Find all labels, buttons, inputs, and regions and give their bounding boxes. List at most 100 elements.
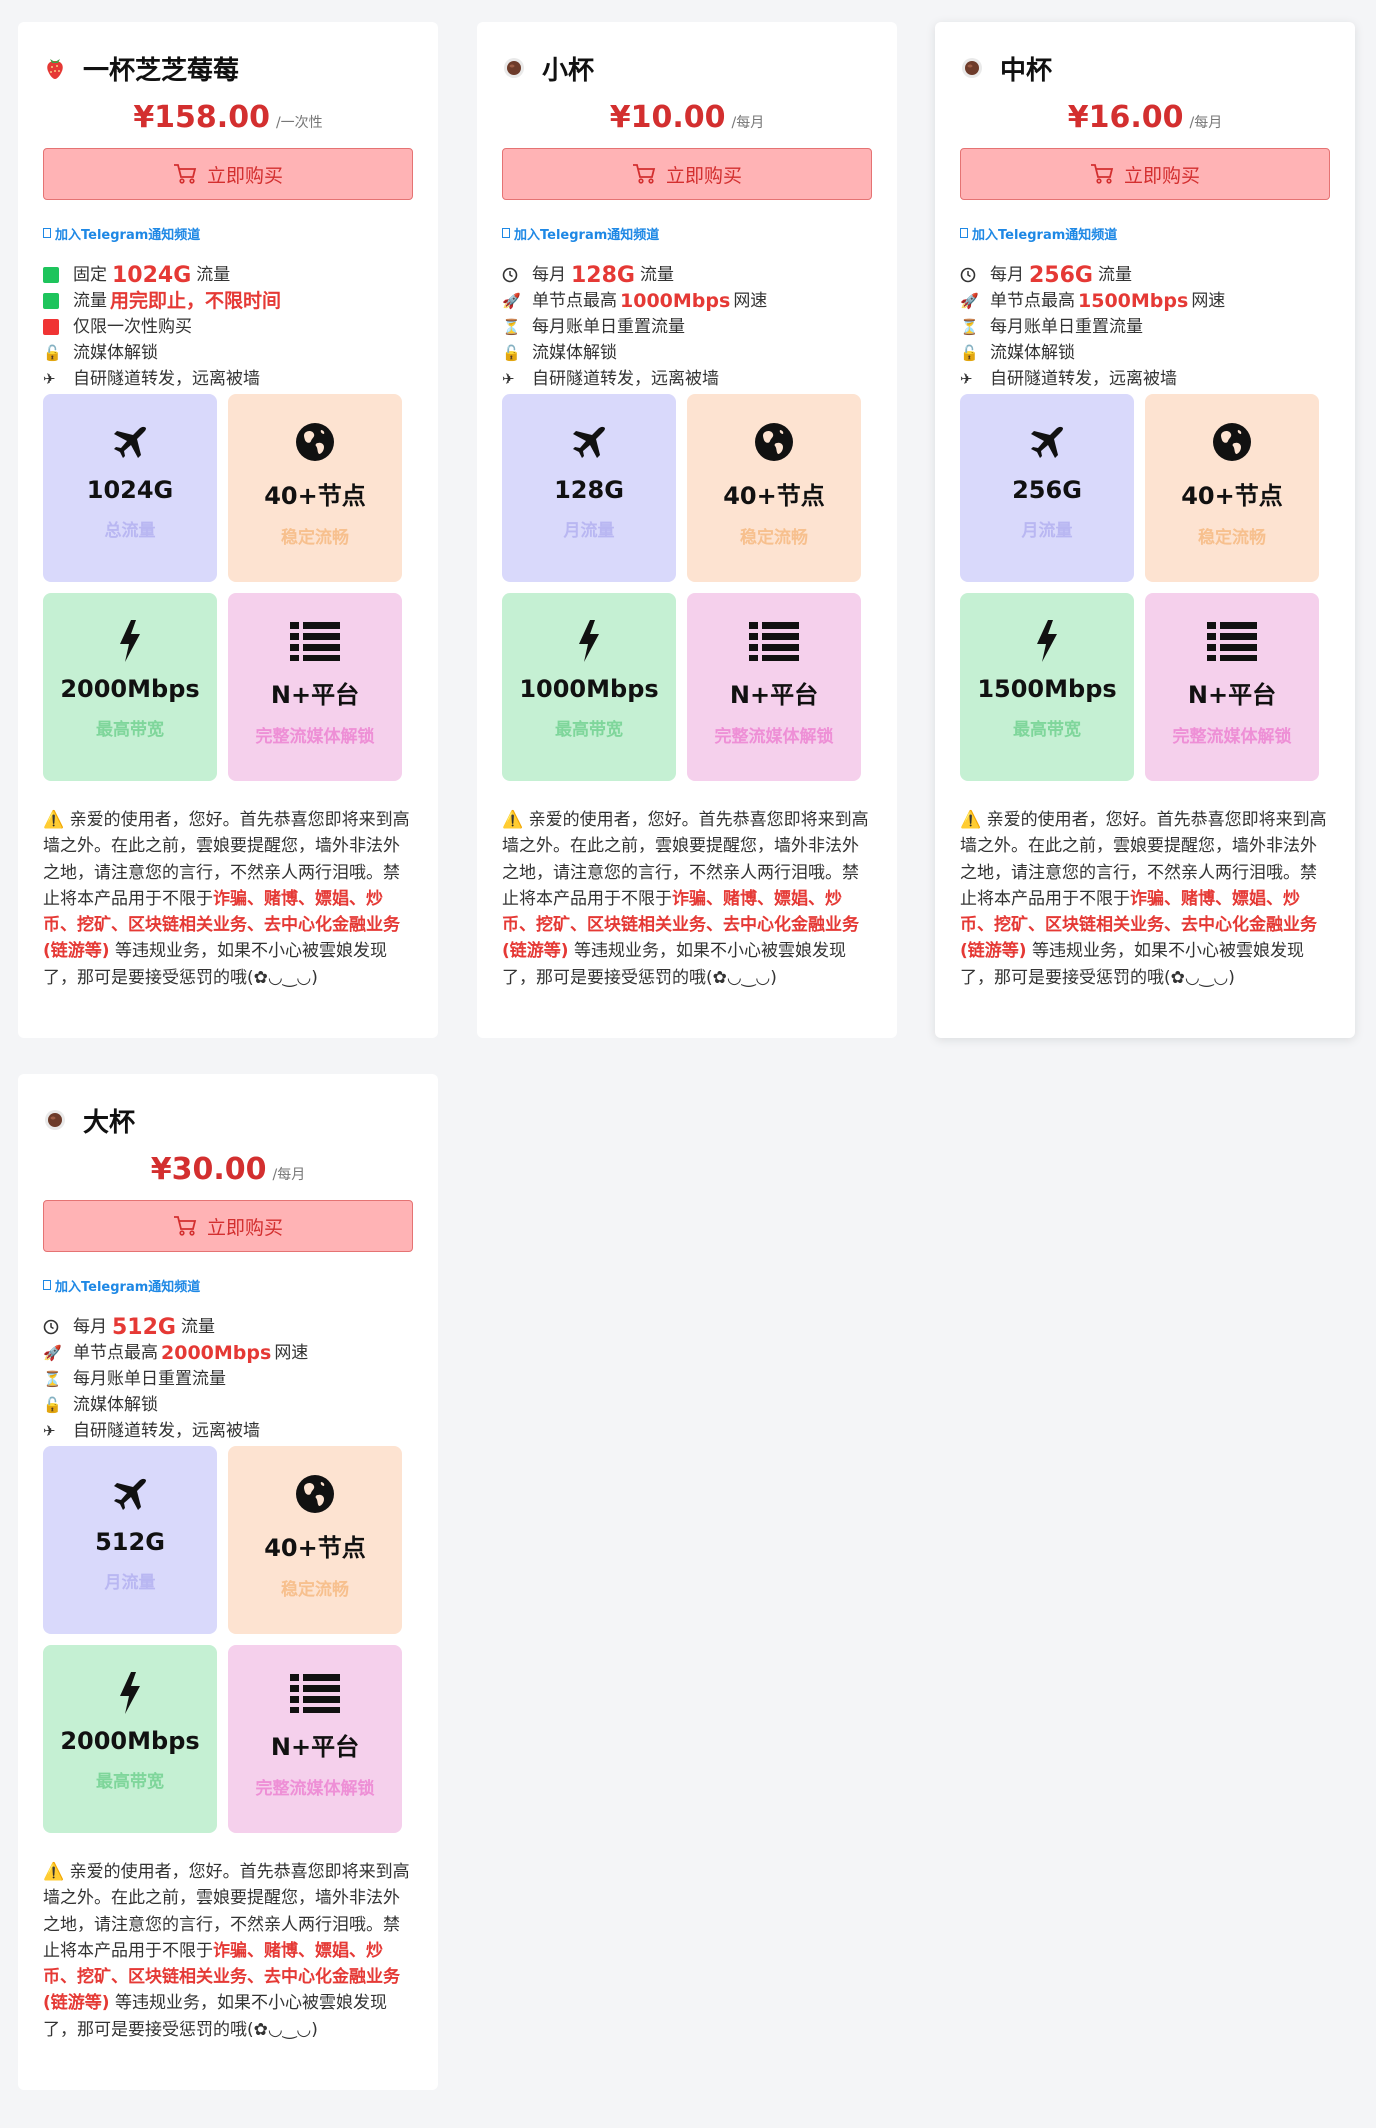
- hourglass-icon: ⏳: [960, 317, 979, 336]
- airplane-small-icon: ✈: [960, 369, 973, 388]
- feature-streaming: 🔓 流媒体解锁: [502, 340, 872, 366]
- feature-relay: ✈ 自研隧道转发，远离被墙: [43, 1418, 413, 1444]
- telegram-link-label: 加入Telegram通知频道: [55, 227, 201, 243]
- buy-button[interactable]: 立即购买: [502, 148, 872, 200]
- feature-list: 每月 128G 流量 🚀 单节点最高 1000Mbps 网速 ⏳ 每月账单日重置流量 🔓 流媒…: [502, 262, 872, 392]
- coffee-icon: [960, 56, 984, 80]
- tile-speed: 2000Mbps 最高带宽: [43, 1645, 217, 1833]
- plan-card-medium: 中杯 ¥16.00/每月 立即购买 加入Telegram通知频道 每月 256G 流…: [935, 22, 1355, 1038]
- clock-icon: [502, 265, 524, 285]
- tile-label: 完整流媒体解锁: [1172, 727, 1292, 747]
- lightning-icon: [1034, 619, 1060, 663]
- telegram-link[interactable]: 加入Telegram通知频道: [43, 222, 413, 244]
- tile-label: 稳定流畅: [1198, 528, 1266, 548]
- feature-text: 流量: [73, 290, 107, 311]
- tile-speed: 1000Mbps 最高带宽: [502, 593, 676, 781]
- plan-price: ¥10.00: [609, 100, 726, 135]
- feature-relay: ✈ 自研隧道转发，远离被墙: [502, 366, 872, 392]
- clock-icon: [960, 265, 982, 285]
- tile-traffic: 256G 月流量: [960, 394, 1134, 582]
- unlock-icon: 🔓: [43, 1395, 62, 1414]
- cart-icon: [1090, 164, 1114, 184]
- tile-label: 完整流媒体解锁: [255, 727, 375, 747]
- price-unit: /每月: [272, 1167, 306, 1183]
- warning-icon: ⚠️: [502, 810, 524, 830]
- feature-text: 自研隧道转发，远离被墙: [73, 368, 260, 389]
- tile-label: 完整流媒体解锁: [714, 727, 834, 747]
- list-icon: [749, 619, 799, 663]
- feature-speed: 🚀 单节点最高 2000Mbps 网速: [43, 1340, 413, 1366]
- tile-label: 月流量: [1021, 521, 1073, 541]
- plan-card-small: 小杯 ¥10.00/每月 立即购买 加入Telegram通知频道 每月 128G 流…: [477, 22, 897, 1038]
- feature-text: 流量: [196, 264, 231, 285]
- price-row: ¥30.00/每月: [43, 1152, 413, 1192]
- feature-value: 512G: [112, 1314, 176, 1340]
- telegram-link[interactable]: 加入Telegram通知频道: [43, 1274, 413, 1296]
- airplane-icon: [110, 420, 150, 464]
- tile-traffic: 512G 月流量: [43, 1446, 217, 1634]
- feature-speed: 🚀 单节点最高 1000Mbps 网速: [502, 288, 872, 314]
- feature-text: 每月账单日重置流量: [990, 316, 1143, 337]
- plan-price: ¥30.00: [150, 1152, 267, 1187]
- price-row: ¥16.00/每月: [960, 100, 1330, 140]
- tile-value: 2000Mbps: [60, 675, 200, 703]
- plan-name: 一杯芝芝莓莓: [83, 55, 240, 86]
- plan-name: 小杯: [542, 55, 595, 86]
- feature-streaming: 🔓 流媒体解锁: [43, 1392, 413, 1418]
- airplane-small-icon: ✈: [43, 369, 56, 388]
- feature-text: 自研隧道转发，远离被墙: [532, 368, 719, 389]
- clock-icon: [43, 1317, 65, 1337]
- tile-label: 稳定流畅: [740, 528, 808, 548]
- tile-value: N+平台: [270, 681, 360, 709]
- tile-nodes: 40+节点 稳定流畅: [687, 394, 861, 582]
- buy-button[interactable]: 立即购买: [43, 1200, 413, 1252]
- price-unit: /每月: [731, 115, 765, 131]
- feature-value: 1024G: [112, 262, 192, 288]
- feature-traffic: 固定 1024G 流量: [43, 262, 413, 288]
- globe-icon: [753, 420, 795, 464]
- tile-value: 40+节点: [723, 482, 825, 510]
- tile-value: 40+节点: [264, 482, 366, 510]
- tile-value: 40+节点: [1181, 482, 1283, 510]
- tile-label: 最高带宽: [96, 1772, 164, 1792]
- feature-value: 1500Mbps: [1078, 289, 1189, 312]
- feature-text: 每月: [73, 1316, 107, 1337]
- feature-text: 网速: [274, 1342, 309, 1363]
- stat-tiles: 512G 月流量 40+节点 稳定流畅 2000Mbps 最高带宽 N+平台 完…: [43, 1446, 413, 1833]
- feature-reset: ⏳ 每月账单日重置流量: [43, 1366, 413, 1392]
- airplane-icon: [110, 1472, 150, 1516]
- feature-no-time-limit: 流量 用完即止，不限时间: [43, 288, 413, 314]
- tile-value: N+平台: [729, 681, 819, 709]
- feature-reset: ⏳ 每月账单日重置流量: [502, 314, 872, 340]
- usage-notice: ⚠️ 亲爱的使用者，您好。首先恭喜您即将来到高墙之外。在此之前，雲娘要提醒您，墙…: [502, 807, 872, 991]
- plan-price: ¥16.00: [1067, 100, 1184, 135]
- tile-nodes: 40+节点 稳定流畅: [228, 394, 402, 582]
- cart-icon: [173, 1216, 197, 1236]
- airplane-icon: [1027, 420, 1067, 464]
- telegram-link[interactable]: 加入Telegram通知频道: [960, 222, 1330, 244]
- feature-text: 自研隧道转发，远离被墙: [990, 368, 1177, 389]
- tile-value: 1024G: [86, 476, 174, 504]
- buy-button[interactable]: 立即购买: [960, 148, 1330, 200]
- telegram-link-label: 加入Telegram通知频道: [514, 227, 660, 243]
- feature-text: 每月账单日重置流量: [73, 1368, 226, 1389]
- airplane-small-icon: ✈: [43, 1421, 56, 1440]
- tile-label: 稳定流畅: [281, 1580, 349, 1600]
- tile-speed: 2000Mbps 最高带宽: [43, 593, 217, 781]
- feature-traffic: 每月 128G 流量: [502, 262, 872, 288]
- tile-value: N+平台: [270, 1733, 360, 1761]
- tile-label: 最高带宽: [96, 720, 164, 740]
- feature-text: 流量: [180, 1316, 215, 1337]
- plan-name: 中杯: [1000, 55, 1053, 86]
- coffee-icon: [502, 56, 526, 80]
- globe-icon: [1211, 420, 1253, 464]
- globe-icon: [294, 1472, 336, 1516]
- buy-button[interactable]: 立即购买: [43, 148, 413, 200]
- link-icon: [502, 228, 510, 238]
- telegram-link[interactable]: 加入Telegram通知频道: [502, 222, 872, 244]
- usage-notice: ⚠️ 亲爱的使用者，您好。首先恭喜您即将来到高墙之外。在此之前，雲娘要提醒您，墙…: [960, 807, 1330, 991]
- feature-traffic: 每月 256G 流量: [960, 262, 1330, 288]
- feature-one-time: 仅限一次性购买: [43, 314, 413, 340]
- feature-text: 单节点最高: [990, 290, 1075, 311]
- feature-text: 每月账单日重置流量: [532, 316, 685, 337]
